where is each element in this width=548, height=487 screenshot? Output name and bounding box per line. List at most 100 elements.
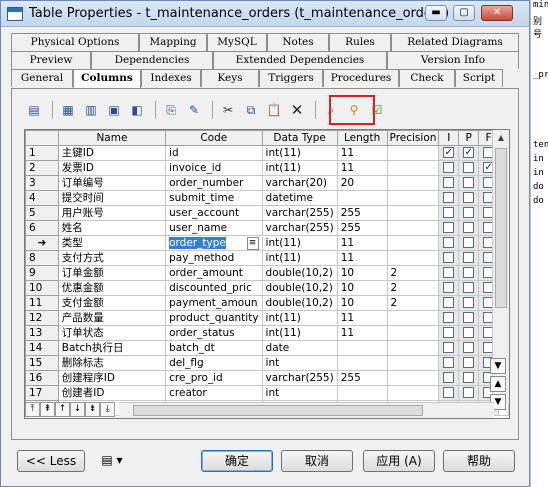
unchecked-checkbox-icon[interactable] bbox=[443, 162, 455, 173]
close-button[interactable]: ✕ bbox=[481, 5, 513, 21]
precision-cell[interactable]: 2 bbox=[386, 295, 440, 311]
horizontal-scroll-thumb[interactable] bbox=[133, 405, 423, 416]
table-row[interactable]: 9 订单金额 order_amount double(10,2) 10 2 bbox=[25, 265, 509, 281]
data-type-cell[interactable]: int(11) bbox=[261, 325, 338, 341]
tab-mysql[interactable]: MySQL bbox=[207, 33, 267, 51]
data-type-cell[interactable]: int(11) bbox=[261, 310, 338, 326]
tab-procedures[interactable]: Procedures bbox=[323, 69, 399, 87]
length-cell[interactable] bbox=[336, 340, 388, 356]
checkbox-i-cell[interactable] bbox=[438, 205, 460, 221]
length-cell[interactable]: 11 bbox=[336, 325, 388, 341]
unchecked-checkbox-icon[interactable] bbox=[463, 387, 475, 398]
precision-cell[interactable] bbox=[386, 145, 440, 161]
tab-related-diagrams[interactable]: Related Diagrams bbox=[391, 33, 519, 51]
unchecked-checkbox-icon[interactable] bbox=[463, 207, 475, 218]
less-button[interactable]: << Less bbox=[17, 450, 85, 472]
insert-row-icon[interactable]: ▥ bbox=[81, 100, 101, 120]
apply-button[interactable]: 应用 (A) bbox=[363, 450, 435, 472]
tab-script[interactable]: Script bbox=[455, 69, 503, 87]
column-name-cell[interactable]: 用户账号 bbox=[57, 205, 167, 221]
copy-icon[interactable]: ⧉ bbox=[241, 100, 261, 120]
data-type-cell[interactable]: varchar(20) bbox=[261, 175, 338, 191]
checkbox-i-cell[interactable] bbox=[438, 190, 460, 206]
table-row[interactable]: 3 订单编号 order_number varchar(20) 20 bbox=[25, 175, 509, 191]
data-type-cell[interactable]: datetime bbox=[261, 190, 338, 206]
scroll-thumb[interactable] bbox=[495, 148, 507, 308]
unchecked-checkbox-icon[interactable] bbox=[443, 297, 455, 308]
checkbox-p-cell[interactable] bbox=[458, 220, 480, 236]
data-type-cell[interactable]: double(10,2) bbox=[261, 280, 338, 296]
checkbox-p-cell[interactable] bbox=[458, 325, 480, 341]
length-cell[interactable]: 10 bbox=[336, 280, 388, 296]
checkbox-p-cell[interactable] bbox=[458, 175, 480, 191]
tab-notes[interactable]: Notes bbox=[267, 33, 329, 51]
checkbox-p-cell[interactable] bbox=[458, 235, 480, 251]
checkbox-i-cell[interactable] bbox=[438, 235, 460, 251]
unchecked-checkbox-icon[interactable] bbox=[443, 387, 455, 398]
column-name-cell[interactable]: 订单状态 bbox=[57, 325, 167, 341]
checkbox-i-cell[interactable] bbox=[438, 265, 460, 281]
column-code-cell[interactable]: pay_method bbox=[165, 250, 263, 266]
column-name-cell[interactable]: 主键ID bbox=[57, 145, 167, 161]
table-row[interactable]: 1 主键ID id int(11) 11 ✓ ✓ bbox=[25, 145, 509, 161]
length-cell[interactable]: 255 bbox=[336, 205, 388, 221]
length-cell[interactable]: 11 bbox=[336, 250, 388, 266]
precision-cell[interactable] bbox=[386, 250, 440, 266]
header-p[interactable]: P bbox=[458, 130, 480, 146]
column-name-cell[interactable]: 支付方式 bbox=[57, 250, 167, 266]
column-name-cell[interactable]: 姓名 bbox=[57, 220, 167, 236]
title-bar[interactable]: Table Properties - t_maintenance_orders … bbox=[1, 1, 529, 27]
header-num[interactable] bbox=[25, 130, 59, 146]
checkbox-i-cell[interactable]: ✓ bbox=[438, 145, 460, 161]
cancel-button[interactable]: 取消 bbox=[281, 450, 353, 472]
maximize-button[interactable]: ▢ bbox=[453, 5, 475, 21]
length-cell[interactable]: 11 bbox=[336, 310, 388, 326]
data-type-cell[interactable]: int bbox=[261, 385, 338, 401]
precision-cell[interactable] bbox=[386, 175, 440, 191]
tab-preview[interactable]: Preview bbox=[11, 51, 91, 69]
column-code-cell[interactable]: del_flg bbox=[165, 355, 263, 371]
column-code-cell[interactable]: id bbox=[165, 145, 263, 161]
move-bottom-icon[interactable]: ⤓ bbox=[100, 402, 115, 417]
move-top-icon[interactable]: ⤒ bbox=[25, 402, 40, 417]
unchecked-checkbox-icon[interactable] bbox=[463, 177, 475, 188]
cut-icon[interactable]: ✂ bbox=[218, 100, 238, 120]
checkbox-p-cell[interactable] bbox=[458, 295, 480, 311]
precision-cell[interactable] bbox=[386, 160, 440, 176]
length-cell[interactable]: 10 bbox=[336, 295, 388, 311]
column-name-cell[interactable]: 类型 bbox=[57, 235, 167, 251]
column-code-cell[interactable]: order_status bbox=[165, 325, 263, 341]
column-code-cell[interactable]: submit_time bbox=[165, 190, 263, 206]
column-name-cell[interactable]: Batch执行日 bbox=[57, 340, 167, 356]
table-row[interactable]: 17 创建者ID creator int bbox=[25, 385, 509, 401]
move-row-down-icon[interactable]: ↓ bbox=[70, 402, 85, 417]
unchecked-checkbox-icon[interactable] bbox=[463, 372, 475, 383]
checkbox-i-cell[interactable] bbox=[438, 295, 460, 311]
checkbox-p-cell[interactable] bbox=[458, 190, 480, 206]
header-name[interactable]: Name bbox=[57, 130, 167, 146]
column-code-cell[interactable]: payment_amoun bbox=[165, 295, 263, 311]
length-cell[interactable]: 11 bbox=[336, 145, 388, 161]
column-name-cell[interactable]: 订单金额 bbox=[57, 265, 167, 281]
tab-dependencies[interactable]: Dependencies bbox=[91, 51, 213, 69]
column-name-cell[interactable]: 支付金额 bbox=[57, 295, 167, 311]
checkbox-i-cell[interactable] bbox=[438, 175, 460, 191]
unchecked-checkbox-icon[interactable] bbox=[443, 222, 455, 233]
move-page-down-icon[interactable]: ⇟ bbox=[85, 402, 100, 417]
length-cell[interactable]: 11 bbox=[336, 235, 388, 251]
tab-indexes[interactable]: Indexes bbox=[141, 69, 201, 87]
precision-cell[interactable] bbox=[386, 220, 440, 236]
data-type-cell[interactable]: date bbox=[261, 340, 338, 356]
data-type-cell[interactable]: int bbox=[261, 355, 338, 371]
unchecked-checkbox-icon[interactable] bbox=[443, 267, 455, 278]
delete-icon[interactable]: ✕ bbox=[287, 100, 307, 120]
unchecked-checkbox-icon[interactable] bbox=[463, 252, 475, 263]
precision-cell[interactable] bbox=[386, 190, 440, 206]
data-type-cell[interactable]: double(10,2) bbox=[261, 295, 338, 311]
data-type-cell[interactable]: varchar(255) bbox=[261, 370, 338, 386]
table-row[interactable]: ➜ 类型 order_type ≡ int(11) 11 bbox=[25, 235, 509, 251]
help-button[interactable]: 帮助 bbox=[443, 450, 515, 472]
data-type-cell[interactable]: int(11) bbox=[261, 235, 338, 251]
unchecked-checkbox-icon[interactable] bbox=[463, 267, 475, 278]
checkbox-i-cell[interactable] bbox=[438, 370, 460, 386]
